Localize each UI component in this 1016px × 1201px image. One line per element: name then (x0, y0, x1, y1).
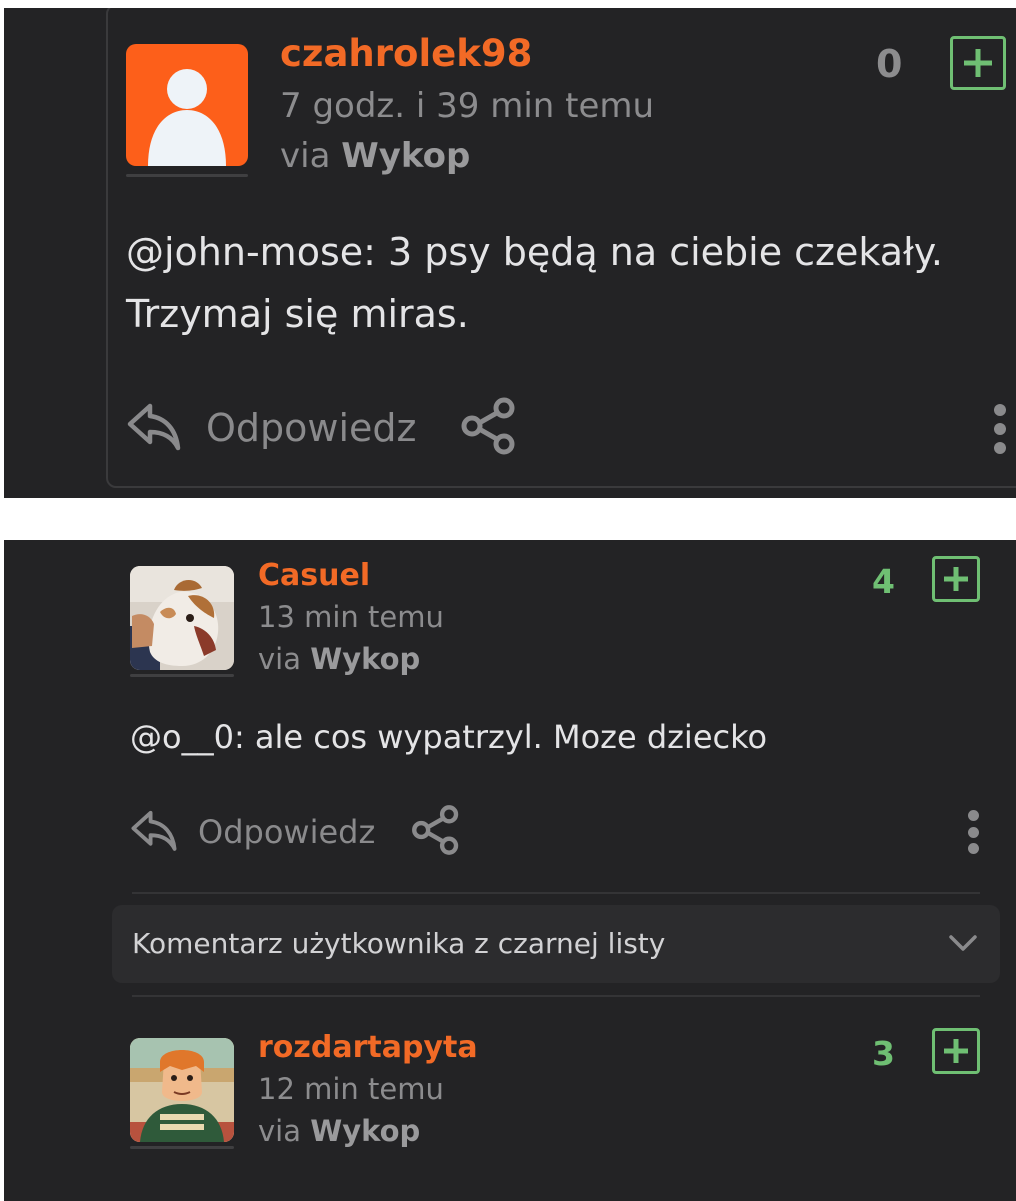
chevron-down-icon (948, 933, 978, 957)
avatar[interactable] (130, 1038, 234, 1142)
divider (132, 892, 980, 894)
plus-icon (964, 49, 992, 77)
via-prefix: via (258, 1114, 311, 1148)
comment-time[interactable]: 12 min temu (258, 1072, 444, 1106)
reply-icon[interactable] (126, 400, 182, 456)
more-options-icon[interactable] (992, 404, 1008, 454)
reply-button[interactable]: Odpowiedz (206, 406, 416, 450)
avatar[interactable] (126, 44, 248, 166)
username[interactable]: Casuel (258, 558, 370, 593)
via-source: via Wykop (258, 1114, 420, 1148)
comment-time[interactable]: 13 min temu (258, 600, 444, 634)
plus-icon (944, 1039, 968, 1063)
default-user-icon (148, 69, 226, 166)
upvote-button[interactable] (950, 36, 1006, 90)
via-source-name[interactable]: Wykop (310, 642, 420, 676)
reply-button[interactable]: Odpowiedz (198, 813, 375, 851)
comment-text-line-1: @john-mose: 3 psy będą na ciebie czekały… (126, 230, 943, 274)
blacklisted-comment-label: Komentarz użytkownika z czarnej listy (132, 927, 666, 960)
cartoon-character-avatar (130, 1038, 234, 1142)
vote-count: 3 (872, 1034, 895, 1073)
avatar[interactable] (130, 566, 234, 670)
upvote-button[interactable] (932, 1028, 980, 1074)
avatar-underline (130, 1146, 234, 1149)
more-options-icon[interactable] (966, 810, 980, 854)
via-source-name[interactable]: Wykop (310, 1114, 420, 1148)
blacklisted-comment-toggle[interactable]: Komentarz użytkownika z czarnej listy (112, 905, 1000, 983)
plus-icon (944, 567, 968, 591)
reply-action-row: Odpowiedz (130, 804, 463, 860)
via-prefix: via (280, 136, 342, 176)
username[interactable]: czahrolek98 (280, 32, 532, 75)
comment-panel-top: czahrolek98 7 godz. i 39 min temu via Wy… (4, 8, 1016, 498)
avatar-underline (126, 174, 248, 177)
comment-time[interactable]: 7 godz. i 39 min temu (280, 86, 654, 126)
reply-action-row: Odpowiedz (126, 395, 520, 461)
comment-panel-bottom: Casuel 13 min temu via Wykop 4 @o__0: al… (4, 540, 1016, 1201)
divider (132, 995, 980, 997)
via-prefix: via (258, 642, 311, 676)
comment-text-line-2: Trzymaj się miras. (126, 292, 469, 336)
reply-icon[interactable] (130, 807, 178, 857)
via-source: via Wykop (280, 136, 470, 176)
share-icon[interactable] (458, 395, 520, 461)
via-source-name[interactable]: Wykop (341, 136, 470, 176)
comment-text: @o__0: ale cos wypatrzyl. Moze dziecko (130, 718, 768, 756)
username[interactable]: rozdartapyta (258, 1030, 478, 1065)
via-source: via Wykop (258, 642, 420, 676)
upvote-button[interactable] (932, 556, 980, 602)
dog-photo-avatar (130, 566, 234, 670)
avatar-underline (130, 674, 234, 677)
vote-count: 4 (872, 562, 895, 601)
vote-count: 0 (876, 42, 903, 86)
share-icon[interactable] (409, 803, 463, 861)
